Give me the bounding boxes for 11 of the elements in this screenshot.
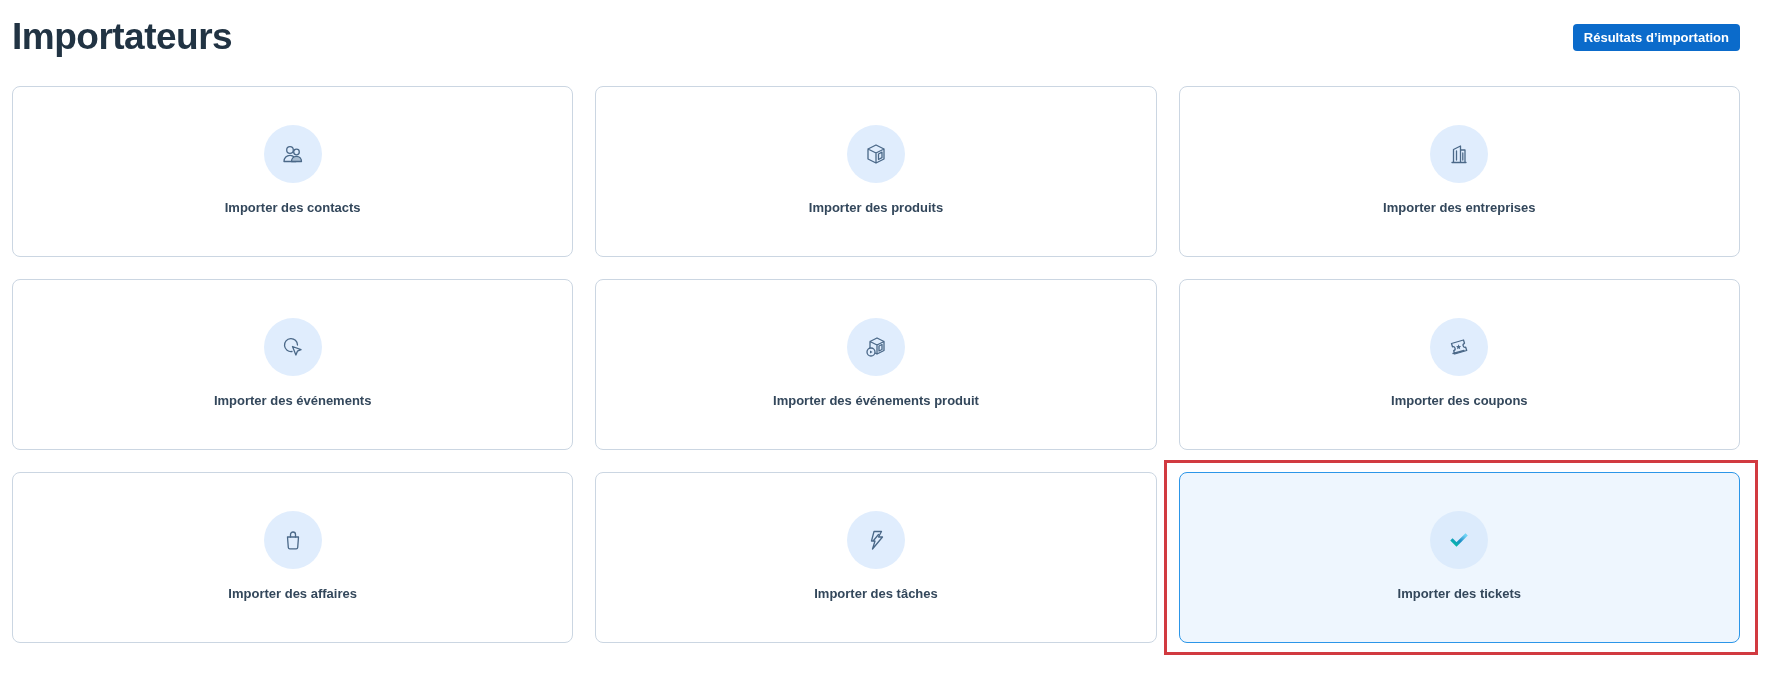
importer-card[interactable]: Importer des coupons (1178, 279, 1740, 450)
importer-card[interactable]: Importer des tickets (1178, 472, 1740, 643)
importer-card[interactable]: Importer des produits (595, 86, 1157, 257)
importer-card[interactable]: Importer des entreprises (1178, 86, 1740, 257)
importer-card[interactable]: Importer des tâches (595, 472, 1157, 643)
importer-card[interactable]: Importer des événements produit (595, 279, 1157, 450)
importer-card[interactable]: Importer des contacts (12, 86, 574, 257)
importer-card[interactable]: Importer des événements (12, 279, 574, 450)
page-title: Importateurs (12, 15, 233, 59)
importer-card[interactable]: Importer des affaires (12, 472, 574, 643)
import-results-button[interactable]: Résultats d’importation (1572, 23, 1740, 51)
